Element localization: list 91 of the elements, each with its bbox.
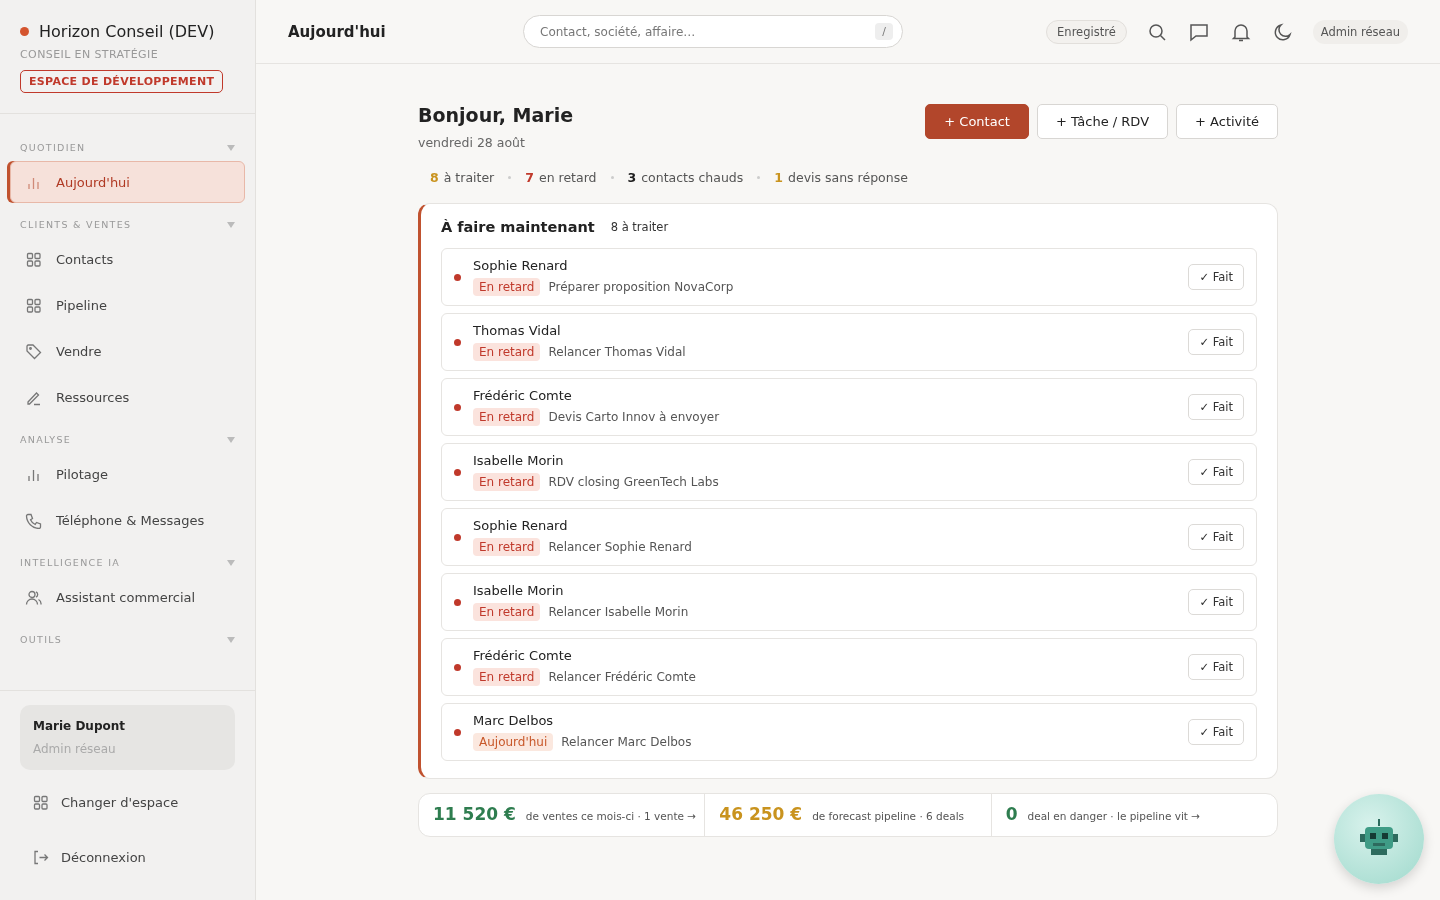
status-tag: En retard xyxy=(473,603,541,621)
stat-value: 0 xyxy=(1005,804,1018,824)
action-button[interactable]: + Activité xyxy=(1176,104,1278,139)
users-icon xyxy=(25,588,42,606)
sidebar-item[interactable]: Pipeline xyxy=(10,284,245,326)
task-text: Relancer Marc Delbos xyxy=(561,735,692,749)
task-row[interactable]: Marc Delbos Aujourd'hui Relancer Marc Delbos ✓ Fait xyxy=(441,703,1257,761)
section-title: INTELLIGENCE IA xyxy=(20,557,121,568)
task-row[interactable]: Sophie Renard En retard Relancer Sophie Renard ✓ Fait xyxy=(441,508,1257,566)
task-row[interactable]: Isabelle Morin En retard Relancer Isabelle Morin ✓ Fait xyxy=(441,573,1257,631)
grid-icon xyxy=(25,296,42,314)
summary-stat: 1 devis sans réponse xyxy=(774,170,908,185)
brand-name: Horizon Conseil (DEV) xyxy=(39,22,215,41)
greeting-title: Bonjour, Marie xyxy=(418,104,574,126)
contact-name: Sophie Renard xyxy=(473,258,569,273)
task-text: Préparer proposition NovaCorp xyxy=(548,280,734,294)
grid-icon xyxy=(32,794,49,811)
task-text: Relancer Isabelle Morin xyxy=(548,605,689,619)
stat-label[interactable]: deal en danger · le pipeline vit → xyxy=(1027,810,1201,822)
sidebar-item[interactable]: Ressources xyxy=(10,376,245,418)
user-menu-button[interactable]: Admin réseau xyxy=(1312,19,1408,44)
done-button[interactable]: ✓ Fait xyxy=(1188,329,1244,355)
tag-icon xyxy=(25,342,42,360)
sidebar-item[interactable]: Téléphone & Messages xyxy=(10,499,245,541)
stat-value: 11 520 € xyxy=(433,804,516,824)
user-name: Marie Dupont xyxy=(33,719,126,733)
brand-subtitle: CONSEIL EN STRATÉGIE xyxy=(20,48,159,61)
section-title: ANALYSE xyxy=(20,434,72,445)
task-row[interactable]: Thomas Vidal En retard Relancer Thomas Vidal ✓ Fait xyxy=(441,313,1257,371)
task-text: RDV closing GreenTech Labs xyxy=(548,475,719,489)
assistant-button[interactable] xyxy=(1334,794,1424,884)
contact-name: Thomas Vidal xyxy=(473,323,562,338)
task-row[interactable]: Sophie Renard En retard Préparer proposition NovaCorp ✓ Fait xyxy=(441,248,1257,306)
action-button[interactable]: + Contact xyxy=(925,104,1029,139)
done-button[interactable]: ✓ Fait xyxy=(1188,264,1244,290)
saved-badge: Enregistré xyxy=(1046,19,1127,44)
section-title: QUOTIDIEN xyxy=(20,142,86,153)
status-tag: En retard xyxy=(473,408,541,426)
status-dot xyxy=(20,27,29,36)
done-button[interactable]: ✓ Fait xyxy=(1188,459,1244,485)
sidebar-link[interactable]: Changer d'espace xyxy=(20,780,235,825)
sidebar-item[interactable]: Assistant commercial xyxy=(10,576,245,618)
sidebar-item[interactable]: Aujourd'hui xyxy=(10,161,245,203)
phone-icon xyxy=(25,511,42,529)
summary-stat: 8 à traiter xyxy=(430,170,495,185)
done-button[interactable]: ✓ Fait xyxy=(1188,654,1244,680)
date-text: vendredi 28 août xyxy=(418,135,526,150)
status-tag: En retard xyxy=(473,343,541,361)
done-button[interactable]: ✓ Fait xyxy=(1188,394,1244,420)
task-row[interactable]: Frédéric Comte En retard Devis Carto Innov à envoyer ✓ Fait xyxy=(441,378,1257,436)
summary-stat: 3 contacts chauds xyxy=(627,170,744,185)
contact-name: Sophie Renard xyxy=(473,518,569,533)
stat-label[interactable]: de forecast pipeline · 6 deals xyxy=(812,810,965,822)
task-text: Relancer Sophie Renard xyxy=(548,540,692,554)
status-tag: Aujourd'hui xyxy=(473,733,554,751)
section-title: OUTILS xyxy=(20,634,63,645)
logout-icon xyxy=(32,849,49,866)
contact-name: Frédéric Comte xyxy=(473,388,573,403)
status-tag: En retard xyxy=(473,538,541,556)
status-tag: En retard xyxy=(473,473,541,491)
task-text: Relancer Thomas Vidal xyxy=(548,345,686,359)
card-title: À faire maintenant xyxy=(441,219,595,235)
done-button[interactable]: ✓ Fait xyxy=(1188,589,1244,615)
action-button[interactable]: + Tâche / RDV xyxy=(1036,104,1169,139)
contact-name: Frédéric Comte xyxy=(473,648,573,663)
contact-name: Isabelle Morin xyxy=(473,453,565,468)
task-text: Relancer Frédéric Comte xyxy=(548,670,696,684)
sidebar-link[interactable]: Déconnexion xyxy=(20,835,235,880)
shortcut-key: / xyxy=(875,23,893,40)
status-tag: En retard xyxy=(473,668,541,686)
user-card[interactable]: Marie Dupont Admin réseau xyxy=(20,705,235,770)
sidebar-item[interactable]: Pilotage xyxy=(10,453,245,495)
task-count: 8 à traiter xyxy=(610,220,669,234)
sidebar-item[interactable]: Contacts xyxy=(10,238,245,280)
task-row[interactable]: Isabelle Morin En retard RDV closing GreenTech Labs ✓ Fait xyxy=(441,443,1257,501)
grid-icon xyxy=(25,250,42,268)
contact-name: Marc Delbos xyxy=(473,713,555,728)
status-tag: En retard xyxy=(473,278,541,296)
task-text: Devis Carto Innov à envoyer xyxy=(548,410,720,424)
done-button[interactable]: ✓ Fait xyxy=(1188,524,1244,550)
environment-badge: ESPACE DE DÉVELOPPEMENT xyxy=(20,70,224,93)
page-title: Aujourd'hui xyxy=(288,22,387,41)
stat-value: 46 250 € xyxy=(719,804,803,824)
section-title: CLIENTS & VENTES xyxy=(20,219,132,230)
stat-label[interactable]: de ventes ce mois-ci · 1 vente → xyxy=(525,810,697,822)
summary-stat: 7 en retard xyxy=(525,170,597,185)
task-row[interactable]: Frédéric Comte En retard Relancer Frédéric Comte ✓ Fait xyxy=(441,638,1257,696)
done-button[interactable]: ✓ Fait xyxy=(1188,719,1244,745)
user-role: Admin réseau xyxy=(33,742,117,756)
contact-name: Isabelle Morin xyxy=(473,583,565,598)
sidebar-item[interactable]: Vendre xyxy=(10,330,245,372)
